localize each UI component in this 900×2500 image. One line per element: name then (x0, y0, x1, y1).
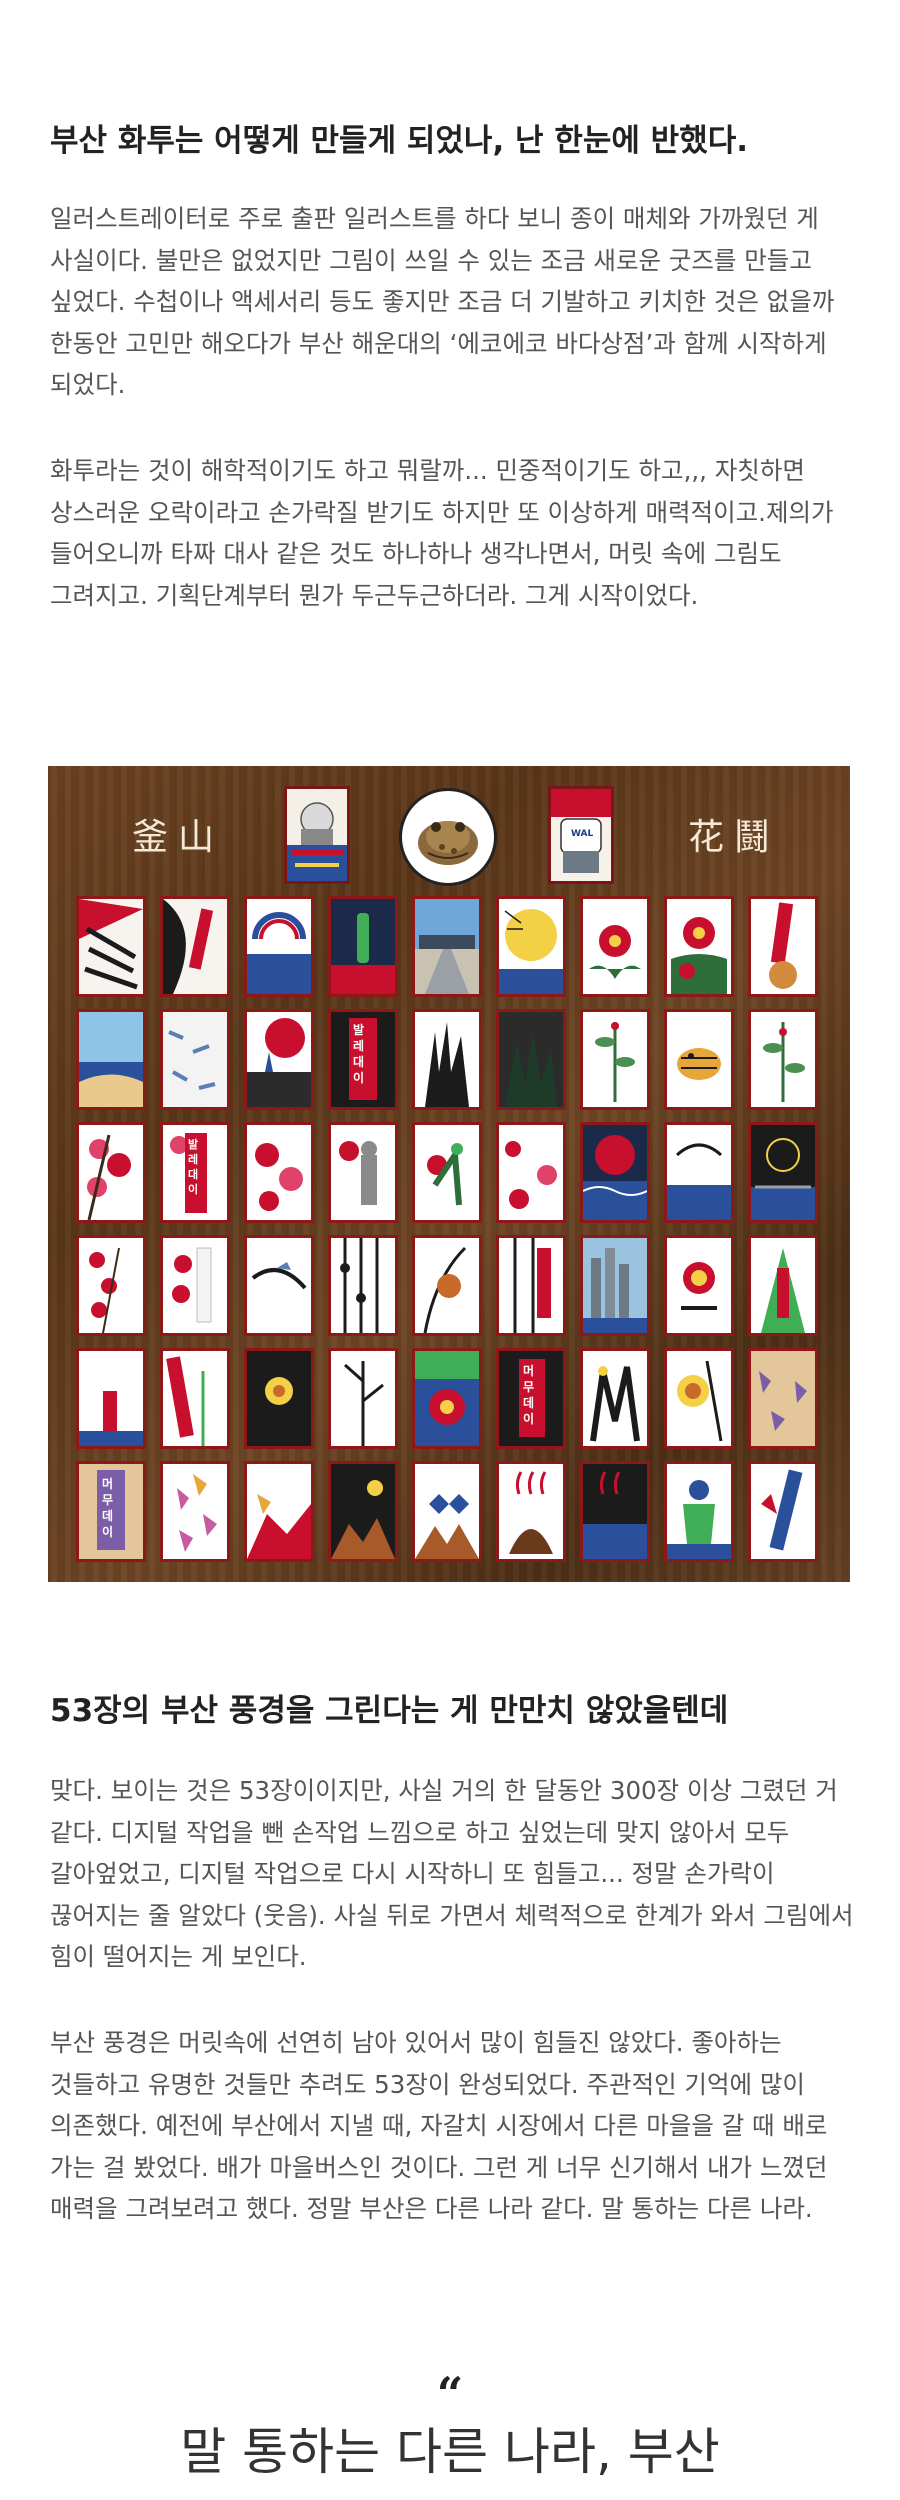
busan-hwatu-artwork: 釜山 花鬪 WAL 발레대이 발레대이 머무데이 머무데이 (48, 766, 850, 1582)
section-heading-1: 부산 화투는 어떻게 만들게 되었나, 난 한눈에 반했다. (50, 123, 749, 159)
card-r3c5 (412, 1122, 482, 1223)
card-r1c4 (328, 896, 398, 997)
card-r1c1 (76, 896, 146, 997)
top-card-ferry (284, 786, 350, 884)
board-title-right: 花鬪 (688, 817, 781, 858)
card-r4c1 (76, 1235, 146, 1336)
card-r5c8 (664, 1348, 734, 1449)
card-r1c2 (160, 896, 230, 997)
card-r4c6 (496, 1235, 566, 1336)
card-r6c5 (412, 1461, 482, 1562)
card-label-r6c1: 머무데이 (102, 1477, 114, 1539)
card-r3c7 (580, 1122, 650, 1223)
card-r2c4: 발레대이 (328, 1009, 398, 1110)
card-r6c6 (496, 1461, 566, 1562)
pull-quote: 말 통하는 다른 나라, 부산 (180, 2423, 720, 2481)
paragraph-53-cards: 맞다. 보이는 것은 53장이이지만, 사실 거의 한 달동안 300장 이상 … (50, 1776, 854, 1971)
card-r2c5 (412, 1009, 482, 1110)
card-r1c5 (412, 896, 482, 997)
card-r6c2 (160, 1461, 230, 1562)
card-r6c4 (328, 1461, 398, 1562)
paragraph-busan-scenery: 부산 풍경은 머릿속에 선연히 남아 있어서 많이 힘들진 않았다. 좋아하는 … (50, 2028, 828, 2223)
card-r5c3 (244, 1348, 314, 1449)
card-r3c4 (328, 1122, 398, 1223)
card-r6c7 (580, 1461, 650, 1562)
card-r4c2 (160, 1235, 230, 1336)
card-r1c9 (748, 896, 818, 997)
card-r4c5 (412, 1235, 482, 1336)
card-r2c8 (664, 1009, 734, 1110)
card-r5c6: 머무데이 (496, 1348, 566, 1449)
card-r4c3 (244, 1235, 314, 1336)
card-r1c3 (244, 896, 314, 997)
card-r6c3 (244, 1461, 314, 1562)
card-r2c6 (496, 1009, 566, 1110)
card-r5c4 (328, 1348, 398, 1449)
card-r4c8 (664, 1235, 734, 1336)
card-r3c3 (244, 1122, 314, 1223)
card-r5c9 (748, 1348, 818, 1449)
card-r4c7 (580, 1235, 650, 1336)
card-r5c2 (160, 1348, 230, 1449)
card-r3c2: 발레대이 (160, 1122, 230, 1223)
card-label-r2c5: 발레대이 (353, 1023, 365, 1085)
card-r3c6 (496, 1122, 566, 1223)
top-card-robot: WAL (548, 786, 614, 884)
card-r2c3 (244, 1009, 314, 1110)
card-label-r3c2: 발레대이 (188, 1138, 199, 1196)
card-r1c8 (664, 896, 734, 997)
card-r2c1 (76, 1009, 146, 1110)
card-r5c7 (580, 1348, 650, 1449)
paragraph-intro: 일러스트레이터로 주로 출판 일러스트를 하다 보니 종이 매체와 가까웠던 게… (50, 204, 835, 399)
card-r1c7 (580, 896, 650, 997)
board-title-left: 釜山 (132, 817, 225, 858)
card-r6c8 (664, 1461, 734, 1562)
card-r5c5 (412, 1348, 482, 1449)
card-r3c8 (664, 1122, 734, 1223)
card-r2c9 (748, 1009, 818, 1110)
toad-emblem (399, 788, 497, 886)
card-r2c2 (160, 1009, 230, 1110)
card-r6c9 (748, 1461, 818, 1562)
card-r4c9 (748, 1235, 818, 1336)
quote-mark-icon: “ (436, 2367, 464, 2421)
top-card-badge: WAL (571, 829, 594, 839)
card-r1c6 (496, 896, 566, 997)
section-heading-2: 53장의 부산 풍경을 그린다는 게 만만치 않았을텐데 (50, 1693, 729, 1729)
card-r3c9 (748, 1122, 818, 1223)
card-r3c1 (76, 1122, 146, 1223)
card-r6c1: 머무데이 (76, 1461, 146, 1562)
card-label-r5c5: 머무데이 (523, 1364, 535, 1426)
card-r2c7 (580, 1009, 650, 1110)
card-r4c4 (328, 1235, 398, 1336)
paragraph-hwatu: 화투라는 것이 해학적이기도 하고 뭐랄까... 민중적이기도 하고,,, 자칫… (50, 456, 834, 610)
card-r5c1 (76, 1348, 146, 1449)
card-grid: 발레대이 발레대이 머무데이 머무데이 (76, 896, 826, 1566)
